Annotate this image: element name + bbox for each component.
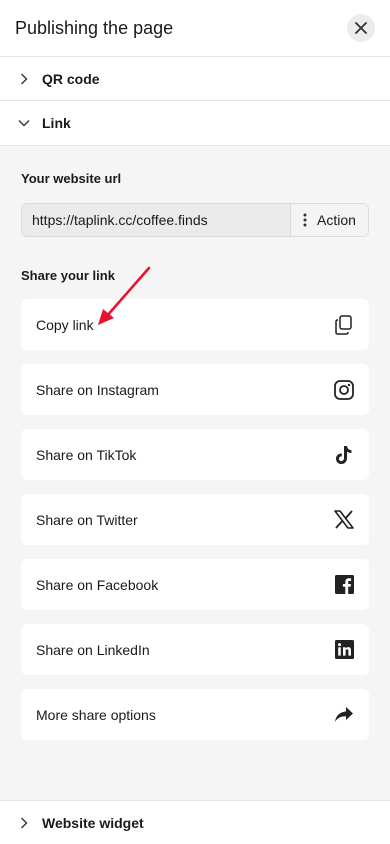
more-share-options-button[interactable]: More share options (21, 689, 369, 740)
list-item-label: Share on Facebook (36, 576, 159, 593)
list-item-label: Share on TikTok (36, 446, 137, 463)
page-title: Publishing the page (15, 17, 174, 38)
list-item-label: Copy link (36, 316, 94, 333)
more-vertical-icon (303, 213, 307, 227)
website-url-field: https://taplink.cc/coffee.finds Action (21, 203, 369, 237)
chevron-right-icon (18, 817, 30, 829)
list-item-label: Share on Instagram (36, 381, 159, 398)
action-button[interactable]: Action (290, 204, 368, 236)
panel-header: Publishing the page (0, 0, 390, 57)
share-twitter-button[interactable]: Share on Twitter (21, 494, 369, 545)
action-button-label: Action (317, 212, 356, 228)
website-url-label: Your website url (21, 171, 122, 186)
section-qr-code-label: QR code (42, 70, 100, 87)
share-instagram-button[interactable]: Share on Instagram (21, 364, 369, 415)
section-website-widget[interactable]: Website widget (0, 800, 390, 844)
share-linkedin-button[interactable]: Share on LinkedIn (21, 624, 369, 675)
share-link-label: Share your link (21, 268, 115, 283)
copy-link-button[interactable]: Copy link (21, 299, 369, 350)
instagram-icon (333, 379, 355, 401)
x-twitter-icon (333, 509, 355, 531)
share-list: Copy link Share on Instagram Share on Ti… (21, 299, 369, 740)
website-url-value[interactable]: https://taplink.cc/coffee.finds (22, 204, 290, 236)
share-tiktok-button[interactable]: Share on TikTok (21, 429, 369, 480)
section-link-label: Link (42, 115, 71, 131)
chevron-right-icon (18, 73, 30, 85)
list-item-label: Share on LinkedIn (36, 641, 150, 658)
section-link[interactable]: Link (0, 101, 390, 146)
facebook-icon (333, 574, 355, 596)
tiktok-icon (333, 444, 355, 466)
linkedin-icon (333, 639, 355, 661)
share-arrow-icon (333, 704, 355, 726)
list-item-label: More share options (36, 706, 156, 723)
share-facebook-button[interactable]: Share on Facebook (21, 559, 369, 610)
section-website-widget-label: Website widget (42, 814, 144, 831)
chevron-down-icon (18, 117, 30, 129)
copy-icon (333, 314, 355, 336)
section-qr-code[interactable]: QR code (0, 57, 390, 101)
list-item-label: Share on Twitter (36, 511, 138, 528)
close-button[interactable] (347, 14, 375, 42)
link-panel: Your website url https://taplink.cc/coff… (0, 146, 390, 800)
close-icon (355, 22, 367, 34)
